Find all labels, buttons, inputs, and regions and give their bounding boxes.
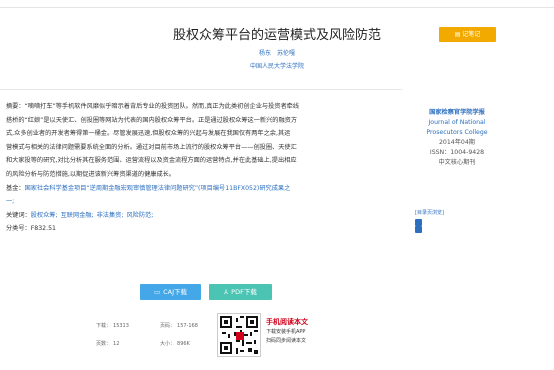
book-icon: ▭ — [153, 288, 161, 296]
abstract-line: 的风险分析与防范措施,以期促进该新兴筹资渠道的健康成长。 — [6, 170, 176, 178]
stats-row: 下载： 15313 页码： 157-168 — [96, 317, 214, 335]
note-icon: ▤ — [454, 31, 461, 38]
keyword-link[interactable]: 风险防范; — [126, 212, 153, 219]
keyword-link[interactable]: 非法集资; — [97, 212, 124, 219]
article-toolbar[interactable] — [302, 78, 496, 88]
link-icon — [415, 226, 422, 233]
journal-issn: ISSN：1004-9428 — [429, 149, 485, 156]
side-links: [目录页浏览] — [415, 207, 495, 233]
abstract-section: 摘要：“嘀嘀打车”等手机软件风靡似乎暗示着背后专业的投资团队。然而,真正为此类初… — [6, 100, 404, 236]
abstract-line: 和大家投等的研究,对比分析其在服务范围、运营流程以及资金流程方面的运营特点,并在… — [6, 157, 297, 165]
link-icon — [415, 219, 422, 226]
stat-label: 下载： — [96, 323, 112, 329]
stat-downloads: 下载： 15313 — [96, 317, 150, 335]
stat-value: 896K — [177, 341, 190, 347]
keywords-line: 关键词：股权众筹; 互联网金融; 非法集资; 风险防范; — [6, 209, 404, 223]
journal-card: 国家检察官学院学报 Journal of National Prosecutor… — [412, 108, 502, 168]
stat-label: 页码： — [160, 323, 176, 329]
abstract-line: 摘要：“嘀嘀打车”等手机软件风靡似乎暗示着背后专业的投资团队。然而,真正为此类初… — [6, 100, 404, 114]
divider — [0, 89, 402, 90]
stat-label: 大小： — [160, 341, 176, 347]
stat-pagecount: 页数： 12 — [96, 335, 150, 353]
catalog-link-label: [目录页浏览] — [415, 210, 444, 216]
mobile-reading[interactable]: 手机阅读本文 下载安装手机APP 扫码同步阅读本文 — [266, 317, 346, 346]
stat-size: 大小： 896K — [160, 335, 214, 353]
keywords-label: 关键词： — [6, 211, 31, 219]
caj-download-label: CAJ下载 — [163, 288, 188, 296]
fund-link[interactable]: 国家社会科学基金项目“逆周期金融宏观审慎管理法律问题研究”(项目编号11BFX0… — [25, 185, 291, 192]
mobile-reading-title: 手机阅读本文 — [266, 318, 308, 326]
qr-code — [217, 313, 261, 357]
stat-label: 页数： — [96, 341, 112, 347]
caj-download-button[interactable]: ▭ CAJ下载 — [140, 284, 201, 300]
pdf-download-button[interactable]: ⅄ PDF下载 — [209, 284, 272, 300]
stat-value: 15313 — [113, 323, 129, 329]
abstract-line: 式,众多创业者的开发者筹得第一桶金。尽管发展迅速,但股权众筹的兴起与发展在我国仅… — [6, 130, 291, 138]
journal-name-en[interactable]: Prosecutors College — [412, 128, 502, 138]
pdf-icon: ⅄ — [224, 288, 229, 296]
classification-label: 分类号： — [6, 225, 31, 233]
journal-issue[interactable]: 2014年04期 — [412, 138, 502, 148]
abstract-text: “嘀嘀打车”等手机软件风靡似乎暗示着背后专业的投资团队。然而,真正为此类初创企业… — [24, 103, 300, 110]
fund-line-continued[interactable]: 一; — [6, 195, 404, 209]
stat-value: 157-168 — [177, 323, 198, 329]
side-link[interactable] — [415, 226, 495, 233]
top-bar — [0, 0, 554, 8]
article-stats: 下载： 15313 页码： 157-168 页数： 12 大小： 896K — [96, 317, 214, 353]
classification-value: F832.51 — [30, 225, 56, 233]
mobile-reading-line: 扫码同步阅读本文 — [266, 338, 307, 344]
note-button-label: 记笔记 — [462, 31, 481, 38]
pdf-download-label: PDF下载 — [231, 288, 257, 296]
keyword-link[interactable]: 股权众筹; — [31, 212, 58, 219]
journal-core: 中文核心期刊 — [438, 159, 476, 166]
note-button[interactable]: ▤ 记笔记 — [439, 27, 496, 42]
keyword-link[interactable]: 互联网金融; — [61, 212, 94, 219]
journal-name-en[interactable]: Journal of National — [412, 118, 502, 128]
abstract-label: 摘要： — [6, 103, 25, 110]
stats-row: 页数： 12 大小： 896K — [96, 335, 214, 353]
organization[interactable]: 中国人民大学法学院 — [0, 61, 554, 70]
side-link[interactable] — [415, 219, 495, 226]
mobile-reading-line: 下载安装手机APP — [266, 329, 306, 335]
journal-name[interactable]: 国家检察官学院学报 — [412, 108, 502, 118]
fund-line: 基金：国家社会科学基金项目“逆周期金融宏观审慎管理法律问题研究”(项目编号11B… — [6, 182, 404, 196]
catalog-link[interactable]: [目录页浏览] — [415, 207, 495, 219]
stat-pages: 页码： 157-168 — [160, 317, 214, 335]
stat-value: 12 — [113, 341, 120, 347]
abstract-line: 营模式与相关的法律问题需要系统全面的分析。通过对目前市场上流行的股权众筹平台——… — [6, 143, 297, 151]
fund-label: 基金： — [6, 184, 25, 192]
classification-line: 分类号：F832.51 — [6, 222, 404, 236]
abstract-line: 搭桥的“红娘”是以天使汇、创投圈等网站为代表的国内股权众筹平台。正是通过股权众筹… — [6, 116, 298, 124]
authors[interactable]: 杨东 苏伦嘎 — [0, 48, 554, 57]
